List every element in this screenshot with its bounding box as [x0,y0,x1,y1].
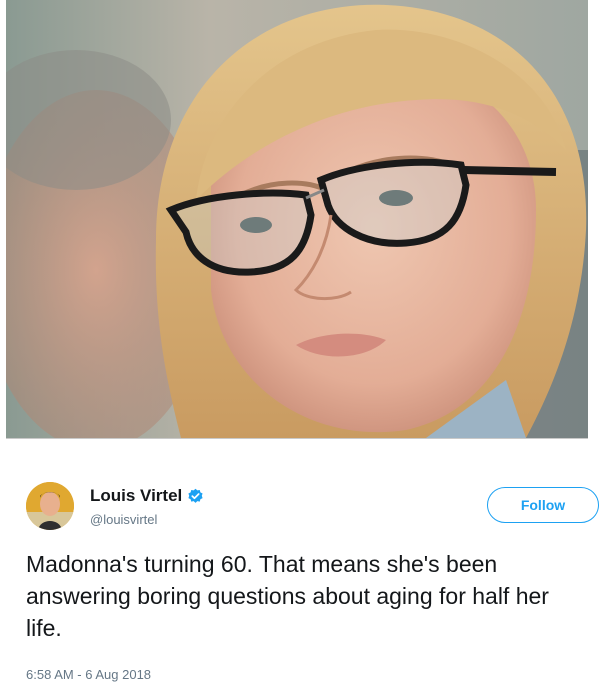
portrait-photo [6,0,588,438]
author-row: Louis Virtel [90,486,204,506]
author-display-name[interactable]: Louis Virtel [90,486,182,506]
tweet-photo[interactable] [6,0,588,438]
tweet-card: Louis Virtel @louisvirtel Follow Madonna… [0,440,600,688]
tweet-timestamp[interactable]: 6:58 AM - 6 Aug 2018 [26,667,151,682]
avatar[interactable] [26,482,74,530]
verified-badge-icon [187,488,204,505]
tweet-text: Madonna's turning 60. That means she's b… [26,551,549,641]
photo-divider [6,438,588,439]
author-handle[interactable]: @louisvirtel [90,512,157,527]
follow-button[interactable]: Follow [487,487,599,523]
